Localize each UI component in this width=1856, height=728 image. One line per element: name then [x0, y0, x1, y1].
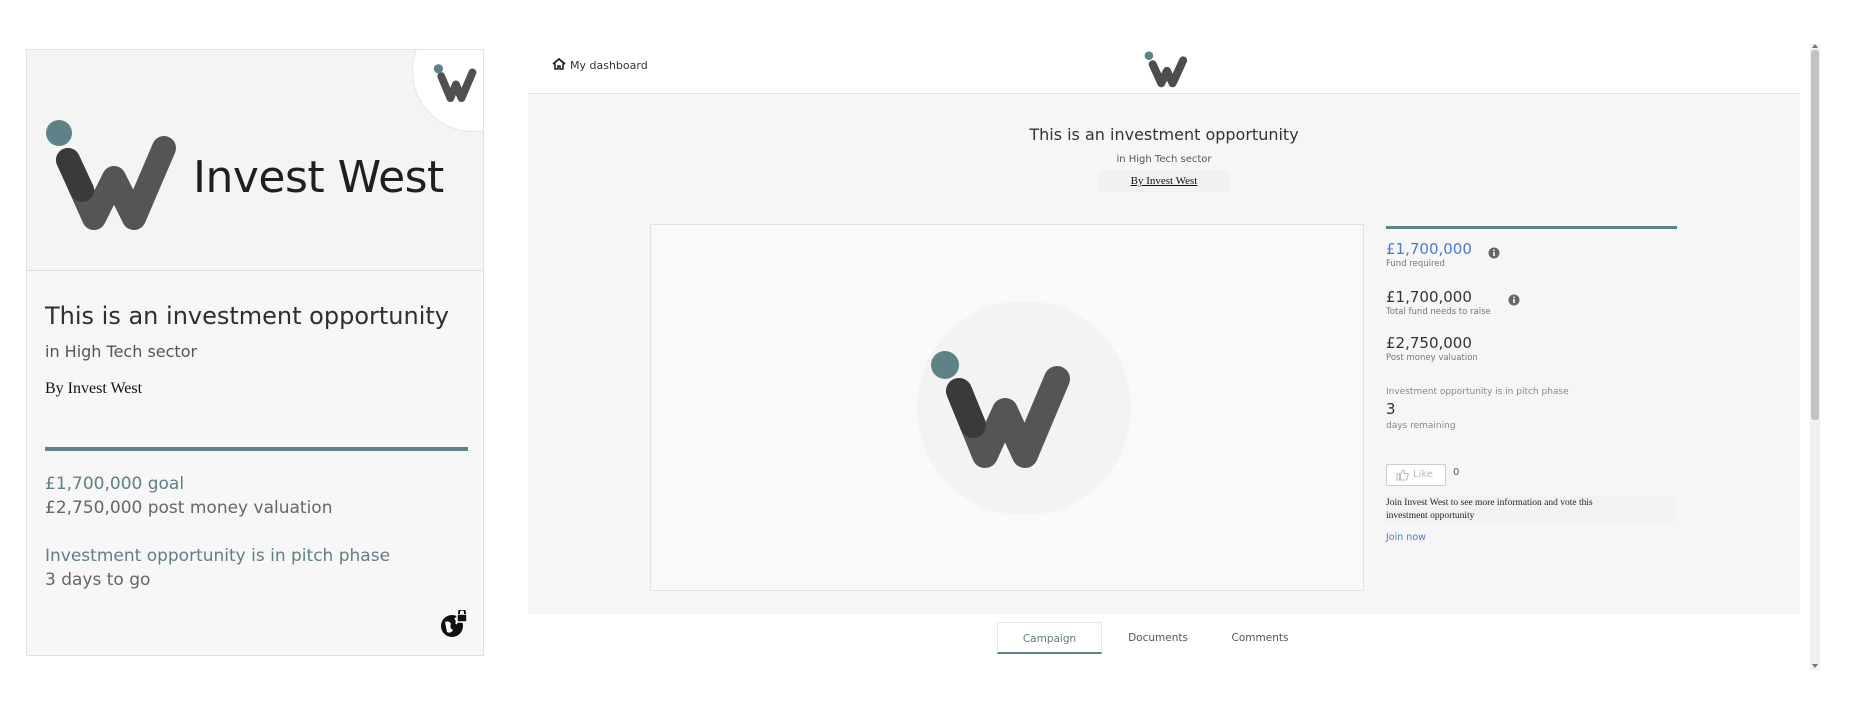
days-remaining-number: 3 [1386, 400, 1396, 418]
like-label: Like [1413, 469, 1433, 480]
card-author: By Invest West [45, 380, 143, 397]
tab-campaign[interactable]: Campaign [997, 622, 1102, 654]
card-days-to-go: 3 days to go [45, 570, 151, 590]
post-money-label: Post money valuation [1386, 353, 1478, 363]
home-icon [552, 58, 566, 70]
pitch-media [650, 224, 1364, 591]
card-header: Invest West [27, 50, 483, 271]
card-title: This is an investment opportunity [45, 302, 449, 330]
card-phase: Investment opportunity is in pitch phase [45, 546, 391, 566]
author-link[interactable]: By Invest West [1099, 170, 1229, 192]
my-dashboard-label: My dashboard [570, 59, 648, 72]
brand-name: Invest West [193, 152, 444, 203]
join-now-link[interactable]: Join now [1386, 532, 1426, 543]
stats-divider [1386, 226, 1677, 229]
top-bar: My dashboard [528, 44, 1800, 94]
join-prompt: Join Invest West to see more information… [1386, 496, 1676, 522]
invest-west-logo [46, 120, 176, 230]
card-sector: in High Tech sector [45, 342, 198, 361]
info-icon[interactable] [1488, 247, 1500, 259]
invest-west-logo-large [931, 351, 1070, 468]
scroll-up-arrow[interactable] [1812, 44, 1818, 48]
scroll-down-arrow[interactable] [1812, 664, 1818, 668]
funding-stats: £1,700,000 Fund required £1,700,000 Tota… [1386, 224, 1686, 584]
globe-lock-icon[interactable] [439, 610, 469, 640]
tabs-bar: Campaign Documents Comments [528, 614, 1800, 664]
thumbs-up-icon [1396, 469, 1409, 481]
post-money-value: £2,750,000 [1386, 334, 1472, 352]
tab-documents[interactable]: Documents [1118, 622, 1198, 654]
invest-west-logo-top[interactable] [1142, 50, 1190, 88]
join-text: Join Invest West to see more information… [1386, 498, 1593, 521]
total-fund-label: Total fund needs to raise [1386, 307, 1491, 317]
invest-west-logo-small [433, 64, 477, 103]
like-button[interactable]: Like [1386, 464, 1446, 486]
card-post-money: £2,750,000 post money valuation [45, 498, 333, 518]
scroll-thumb[interactable] [1811, 50, 1819, 420]
like-count: 0 [1453, 467, 1460, 478]
project-page: My dashboard This is an investment oppor… [528, 44, 1800, 664]
scrollbar[interactable] [1810, 44, 1820, 670]
tab-comments[interactable]: Comments [1220, 622, 1300, 654]
fund-required-label: Fund required [1386, 259, 1445, 269]
page-sector: in High Tech sector [1116, 154, 1212, 165]
my-dashboard-link[interactable]: My dashboard [552, 58, 648, 72]
card-divider [45, 447, 468, 451]
card-goal: £1,700,000 goal [45, 474, 185, 494]
days-remaining-label: days remaining [1386, 421, 1456, 431]
info-icon[interactable] [1508, 294, 1520, 306]
page-title: This is an investment opportunity [1029, 125, 1299, 144]
fund-required-value: £1,700,000 [1386, 240, 1472, 258]
total-fund-value: £1,700,000 [1386, 288, 1472, 306]
phase-text: Investment opportunity is in pitch phase [1386, 387, 1569, 397]
project-card[interactable]: Invest West This is an investment opport… [26, 49, 484, 656]
